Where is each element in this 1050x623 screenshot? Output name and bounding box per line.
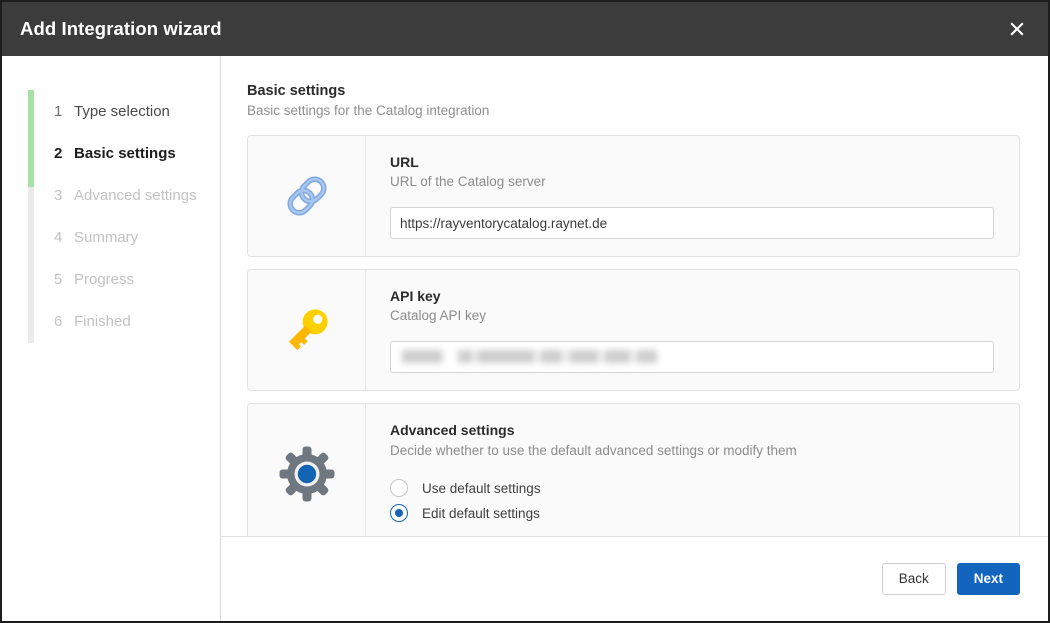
url-card-title: URL (390, 153, 419, 170)
content-scroll-area: Basic settings Basic settings for the Ca… (221, 56, 1048, 544)
step-number: 5 (54, 270, 63, 288)
url-input[interactable] (390, 207, 994, 240)
radio-indicator (390, 479, 408, 498)
url-card: URL URL of the Catalog server (247, 134, 1020, 258)
url-card-main: URL URL of the Catalog server (366, 136, 1019, 256)
add-integration-wizard-dialog: Add Integration wizard 1 Type selection … (0, 0, 1050, 623)
sidebar-step-advanced-settings[interactable]: 3 Advanced settings (2, 174, 220, 216)
advanced-settings-card: Advanced settings Decide whether to use … (247, 403, 1020, 544)
step-label: Basic settings (74, 144, 176, 162)
sidebar-step-basic-settings[interactable]: 2 Basic settings (2, 132, 220, 174)
dialog-body: 1 Type selection 2 Basic settings 3 Adva… (2, 56, 1048, 621)
step-label: Summary (74, 228, 139, 246)
page-subtitle: Basic settings for the Catalog integrati… (247, 103, 490, 119)
api-key-card-description: Catalog API key (390, 308, 487, 324)
radio-label: Edit default settings (422, 505, 540, 521)
api-key-input-wrap (390, 341, 994, 374)
radio-indicator (390, 504, 408, 523)
step-label: Type selection (74, 102, 170, 120)
step-number: 1 (54, 102, 63, 120)
gear-icon (248, 404, 366, 543)
step-number: 2 (54, 144, 63, 162)
sidebar-step-type-selection[interactable]: 1 Type selection (2, 90, 220, 132)
url-field-wrap (390, 207, 994, 240)
step-label: Advanced settings (74, 186, 197, 204)
advanced-settings-card-description: Decide whether to use the default advanc… (390, 442, 797, 458)
dialog-titlebar: Add Integration wizard (2, 2, 1048, 56)
wizard-content-pane: Basic settings Basic settings for the Ca… (221, 56, 1048, 621)
sidebar-step-summary[interactable]: 4 Summary (2, 216, 220, 258)
dialog-title: Add Integration wizard (20, 18, 222, 39)
wizard-step-sidebar: 1 Type selection 2 Basic settings 3 Adva… (2, 56, 221, 621)
radio-label: Use default settings (422, 480, 541, 496)
api-key-field-wrap (390, 341, 994, 374)
url-card-description: URL of the Catalog server (390, 173, 546, 189)
api-key-input[interactable] (390, 341, 994, 374)
radio-use-default-settings[interactable]: Use default settings (390, 476, 994, 501)
step-label: Progress (74, 270, 135, 288)
back-button[interactable]: Back (881, 563, 946, 595)
advanced-settings-card-title: Advanced settings (390, 422, 515, 439)
dialog-footer: Back Next (221, 536, 1048, 621)
sidebar-step-progress[interactable]: 5 Progress (2, 258, 220, 300)
radio-edit-default-settings[interactable]: Edit default settings (390, 501, 994, 526)
chain-link-icon (248, 135, 366, 257)
advanced-settings-radio-group: Use default settings Edit default settin… (390, 476, 994, 526)
step-number: 6 (54, 312, 63, 330)
close-icon[interactable] (1000, 12, 1034, 46)
api-key-card-title: API key (390, 288, 441, 305)
step-number: 3 (54, 186, 63, 204)
advanced-settings-card-main: Advanced settings Decide whether to use … (366, 404, 1019, 542)
sidebar-step-finished[interactable]: 6 Finished (2, 300, 220, 342)
step-number: 4 (54, 228, 63, 246)
api-key-card: API key Catalog API key (247, 269, 1020, 392)
key-icon (248, 270, 366, 391)
step-list: 1 Type selection 2 Basic settings 3 Adva… (2, 90, 220, 342)
step-label: Finished (74, 312, 131, 330)
next-button[interactable]: Next (956, 563, 1020, 595)
page-title: Basic settings (247, 83, 346, 99)
api-key-card-main: API key Catalog API key (366, 270, 1019, 390)
